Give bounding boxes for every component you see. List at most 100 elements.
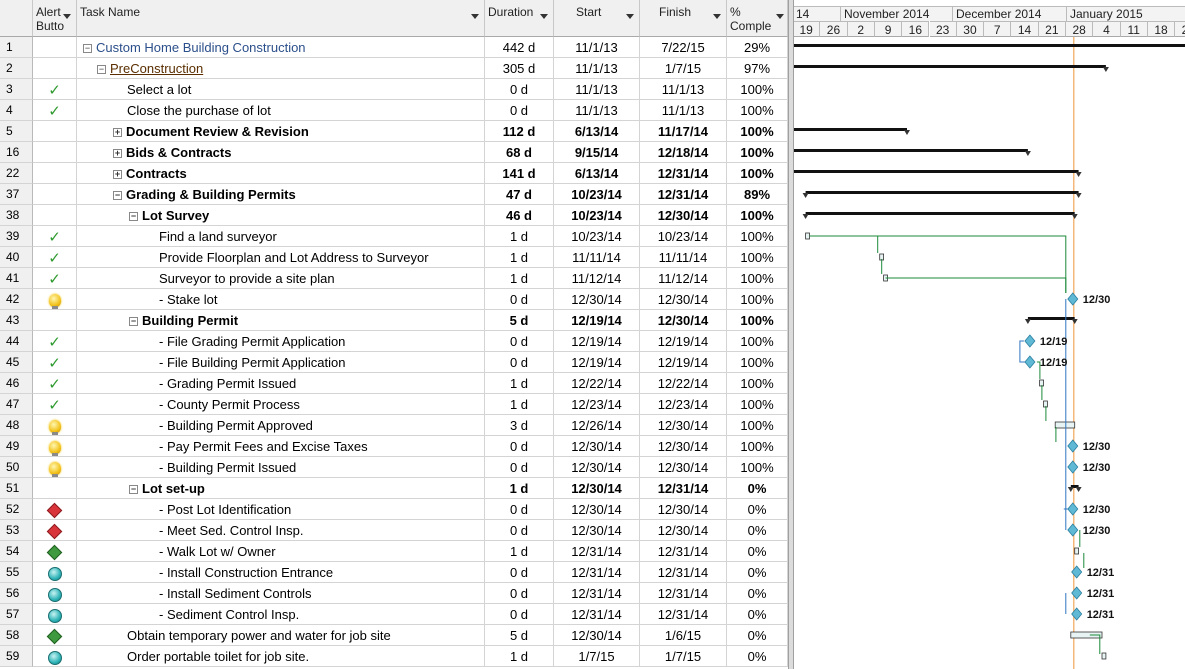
percent-complete-cell[interactable]: 100% [727, 268, 788, 289]
duration-cell[interactable]: 1 d [485, 268, 554, 289]
start-cell[interactable]: 12/22/14 [554, 373, 640, 394]
percent-complete-cell[interactable]: 100% [727, 226, 788, 247]
task-row[interactable]: 48- Building Permit Approved 3 d 12/26/14 1… [0, 415, 788, 436]
task-name-cell[interactable]: − Custom Home Building Construction [77, 37, 485, 58]
task-row[interactable]: 54- Walk Lot w/ Owner 1 d 12/31/14 12/31/14… [0, 541, 788, 562]
percent-complete-cell[interactable]: 100% [727, 289, 788, 310]
row-id[interactable]: 51 [0, 478, 33, 499]
collapse-icon[interactable]: − [129, 212, 138, 221]
task-row[interactable]: 47 ✓ - County Permit Process 1 d 12/23/14 12/… [0, 394, 788, 415]
task-row[interactable]: 44 ✓ - File Grading Permit Application 0 d1… [0, 331, 788, 352]
start-cell[interactable]: 12/31/14 [554, 604, 640, 625]
start-cell[interactable]: 12/30/14 [554, 625, 640, 646]
start-cell[interactable]: 10/23/14 [554, 226, 640, 247]
start-cell[interactable]: 12/19/14 [554, 310, 640, 331]
finish-filter-dropdown-icon[interactable] [713, 14, 721, 19]
alert-cell[interactable] [33, 310, 77, 331]
row-id[interactable]: 22 [0, 163, 33, 184]
start-cell[interactable]: 10/23/14 [554, 184, 640, 205]
task-row[interactable]: 45 ✓ - File Building Permit Application 0 d… [0, 352, 788, 373]
collapse-icon[interactable]: − [97, 65, 106, 74]
finish-cell[interactable]: 12/30/14 [640, 289, 727, 310]
start-cell[interactable]: 12/31/14 [554, 541, 640, 562]
percent-complete-cell[interactable]: 100% [727, 121, 788, 142]
alert-cell[interactable] [33, 37, 77, 58]
finish-cell[interactable]: 12/19/14 [640, 352, 727, 373]
duration-cell[interactable]: 0 d [485, 520, 554, 541]
finish-cell[interactable]: 12/31/14 [640, 478, 727, 499]
alert-cell[interactable]: ✓ [33, 79, 77, 100]
task-name-cell[interactable]: - Meet Sed. Control Insp. [77, 520, 485, 541]
percent-complete-cell[interactable]: 100% [727, 247, 788, 268]
percent-complete-cell[interactable]: 100% [727, 457, 788, 478]
duration-cell[interactable]: 5 d [485, 310, 554, 331]
row-id[interactable]: 54 [0, 541, 33, 562]
percent-complete-cell[interactable]: 100% [727, 163, 788, 184]
percent-complete-cell[interactable]: 0% [727, 499, 788, 520]
task-row[interactable]: 42- Stake lot 0 d 12/30/14 12/30/14 100% [0, 289, 788, 310]
finish-cell[interactable]: 11/12/14 [640, 268, 727, 289]
start-cell[interactable]: 12/30/14 [554, 478, 640, 499]
task-row[interactable]: 43− Building Permit 5 d 12/19/14 12/30/14 100… [0, 310, 788, 331]
duration-cell[interactable]: 1 d [485, 373, 554, 394]
task-row[interactable]: 5 + Document Review & Revision 112 d 6/13/14… [0, 121, 788, 142]
task-name-cell[interactable]: - Pay Permit Fees and Excise Taxes [77, 436, 485, 457]
finish-cell[interactable]: 1/6/15 [640, 625, 727, 646]
finish-cell[interactable]: 12/23/14 [640, 394, 727, 415]
finish-cell[interactable]: 12/31/14 [640, 604, 727, 625]
duration-cell[interactable]: 1 d [485, 541, 554, 562]
column-header-id[interactable] [0, 0, 33, 37]
start-cell[interactable]: 12/30/14 [554, 289, 640, 310]
duration-cell[interactable]: 5 d [485, 625, 554, 646]
expand-icon[interactable]: + [113, 149, 122, 158]
alert-cell[interactable] [33, 163, 77, 184]
task-name-cell[interactable]: - Sediment Control Insp. [77, 604, 485, 625]
finish-cell[interactable]: 12/22/14 [640, 373, 727, 394]
row-id[interactable]: 41 [0, 268, 33, 289]
alert-cell[interactable] [33, 604, 77, 625]
row-id[interactable]: 53 [0, 520, 33, 541]
start-cell[interactable]: 6/13/14 [554, 121, 640, 142]
finish-cell[interactable]: 12/31/14 [640, 184, 727, 205]
expand-icon[interactable]: + [113, 128, 122, 137]
start-cell[interactable]: 11/1/13 [554, 37, 640, 58]
percent-complete-cell[interactable]: 100% [727, 205, 788, 226]
row-id[interactable]: 47 [0, 394, 33, 415]
start-cell[interactable]: 1/7/15 [554, 646, 640, 667]
task-row[interactable]: 53- Meet Sed. Control Insp. 0 d 12/30/14 12… [0, 520, 788, 541]
duration-cell[interactable]: 305 d [485, 58, 554, 79]
task-name-cell[interactable]: - Grading Permit Issued [77, 373, 485, 394]
duration-cell[interactable]: 1 d [485, 226, 554, 247]
start-cell[interactable]: 6/13/14 [554, 163, 640, 184]
alert-cell[interactable] [33, 436, 77, 457]
finish-cell[interactable]: 12/31/14 [640, 163, 727, 184]
start-cell[interactable]: 11/1/13 [554, 100, 640, 121]
finish-cell[interactable]: 12/30/14 [640, 415, 727, 436]
task-name-cell[interactable]: − Lot set-up [77, 478, 485, 499]
task-name-cell[interactable]: - County Permit Process [77, 394, 485, 415]
task-name-cell[interactable]: - Walk Lot w/ Owner [77, 541, 485, 562]
percent-complete-cell[interactable]: 100% [727, 436, 788, 457]
alert-cell[interactable]: ✓ [33, 394, 77, 415]
alert-cell[interactable] [33, 415, 77, 436]
column-header-start[interactable]: Start [554, 0, 640, 37]
start-cell[interactable]: 12/19/14 [554, 352, 640, 373]
duration-cell[interactable]: 442 d [485, 37, 554, 58]
finish-cell[interactable]: 12/30/14 [640, 457, 727, 478]
percent-complete-cell[interactable]: 89% [727, 184, 788, 205]
task-name-cell[interactable]: − Grading & Building Permits [77, 184, 485, 205]
duration-cell[interactable]: 46 d [485, 205, 554, 226]
column-header-finish[interactable]: Finish [640, 0, 727, 37]
row-id[interactable]: 37 [0, 184, 33, 205]
task-row[interactable]: 50- Building Permit Issued 0 d 12/30/14 12/… [0, 457, 788, 478]
row-id[interactable]: 58 [0, 625, 33, 646]
percent-complete-cell[interactable]: 100% [727, 142, 788, 163]
alert-cell[interactable] [33, 646, 77, 667]
duration-cell[interactable]: 112 d [485, 121, 554, 142]
alert-cell[interactable] [33, 58, 77, 79]
row-id[interactable]: 44 [0, 331, 33, 352]
duration-cell[interactable]: 0 d [485, 436, 554, 457]
finish-cell[interactable]: 1/7/15 [640, 58, 727, 79]
duration-cell[interactable]: 0 d [485, 457, 554, 478]
task-name-cell[interactable]: Obtain temporary power and water for job… [77, 625, 485, 646]
